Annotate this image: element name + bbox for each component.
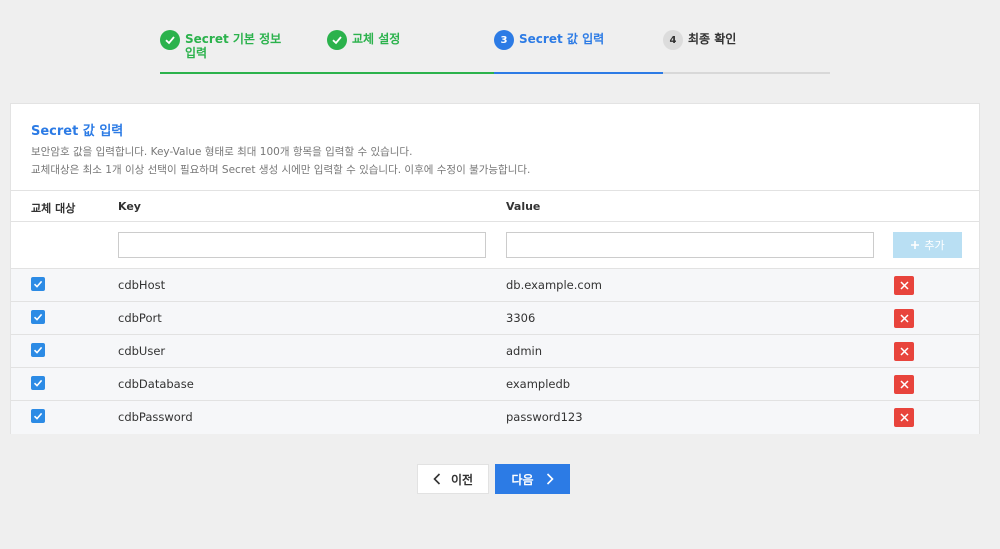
row-value: password123	[506, 410, 583, 424]
check-icon	[327, 30, 347, 50]
section-title: Secret 값 입력	[31, 124, 124, 139]
table-row: cdbUser admin	[11, 335, 979, 368]
secret-value-card: Secret 값 입력 보안암호 값을 입력합니다. Key-Value 형태로…	[10, 103, 980, 434]
target-checkbox[interactable]	[31, 409, 45, 423]
target-checkbox[interactable]	[31, 376, 45, 390]
header-value: Value	[506, 200, 541, 213]
table-header: 교체 대상 Key Value	[11, 190, 979, 222]
step-progress-bar	[663, 72, 830, 74]
stepper: Secret 기본 정보 입력 교체 설정 3 Secret 값 입력 4 최종…	[160, 28, 830, 74]
check-icon	[33, 280, 43, 288]
step-label: 교체 설정	[352, 32, 401, 46]
plus-icon	[911, 241, 920, 249]
new-entry-row: 추가	[11, 222, 979, 269]
delete-button[interactable]	[894, 309, 914, 328]
close-icon	[899, 380, 909, 389]
row-key: cdbPort	[118, 311, 162, 325]
check-icon	[33, 313, 43, 321]
close-icon	[899, 281, 909, 290]
check-icon	[33, 412, 43, 420]
step-progress-bar	[327, 72, 494, 74]
next-button-label: 다음	[511, 472, 534, 487]
row-value: admin	[506, 344, 543, 358]
row-value: exampledb	[506, 377, 571, 391]
delete-button[interactable]	[894, 408, 914, 427]
step-basic-info: Secret 기본 정보 입력	[160, 28, 327, 74]
row-value: 3306	[506, 311, 536, 325]
prev-button[interactable]: 이전	[417, 464, 489, 494]
step-number: 4	[663, 30, 683, 50]
header-key: Key	[118, 200, 141, 213]
check-icon	[33, 346, 43, 354]
step-rotation-settings: 교체 설정	[327, 28, 494, 74]
prev-button-label: 이전	[450, 472, 474, 487]
target-checkbox[interactable]	[31, 343, 45, 357]
add-button[interactable]: 추가	[893, 232, 962, 258]
step-secret-value: 3 Secret 값 입력	[494, 28, 663, 74]
table-row: cdbHost db.example.com	[11, 269, 979, 302]
key-input[interactable]	[118, 232, 486, 258]
step-number: 3	[494, 30, 514, 50]
step-progress-bar	[160, 72, 327, 74]
chevron-left-icon	[433, 473, 441, 485]
target-checkbox[interactable]	[31, 310, 45, 324]
value-input[interactable]	[506, 232, 874, 258]
row-value: db.example.com	[506, 278, 602, 292]
next-button[interactable]: 다음	[495, 464, 570, 494]
step-final-confirm: 4 최종 확인	[663, 28, 830, 74]
step-progress-bar	[494, 72, 663, 74]
add-button-label: 추가	[924, 240, 945, 252]
table-row: cdbPort 3306	[11, 302, 979, 335]
step-label: Secret 값 입력	[519, 32, 605, 46]
delete-button[interactable]	[894, 276, 914, 295]
delete-button[interactable]	[894, 375, 914, 394]
row-key: cdbDatabase	[118, 377, 194, 391]
close-icon	[899, 347, 909, 356]
check-icon	[160, 30, 180, 50]
table-row: cdbDatabase exampledb	[11, 368, 979, 401]
section-description: 보안암호 값을 입력합니다. Key-Value 형태로 최대 100개 항목을…	[31, 146, 413, 158]
close-icon	[899, 413, 909, 422]
header-target: 교체 대상	[31, 202, 76, 215]
step-label: Secret 기본 정보 입력	[185, 32, 282, 60]
row-key: cdbPassword	[118, 410, 193, 424]
step-label: 최종 확인	[688, 32, 737, 46]
row-key: cdbHost	[118, 278, 166, 292]
section-description-notice: 교체대상은 최소 1개 이상 선택이 필요하며 Secret 생성 시에만 입력…	[31, 164, 531, 176]
table-row: cdbPassword password123	[11, 401, 979, 434]
delete-button[interactable]	[894, 342, 914, 361]
check-icon	[33, 379, 43, 387]
row-key: cdbUser	[118, 344, 166, 358]
target-checkbox[interactable]	[31, 277, 45, 291]
close-icon	[899, 314, 909, 323]
chevron-right-icon	[546, 473, 554, 485]
